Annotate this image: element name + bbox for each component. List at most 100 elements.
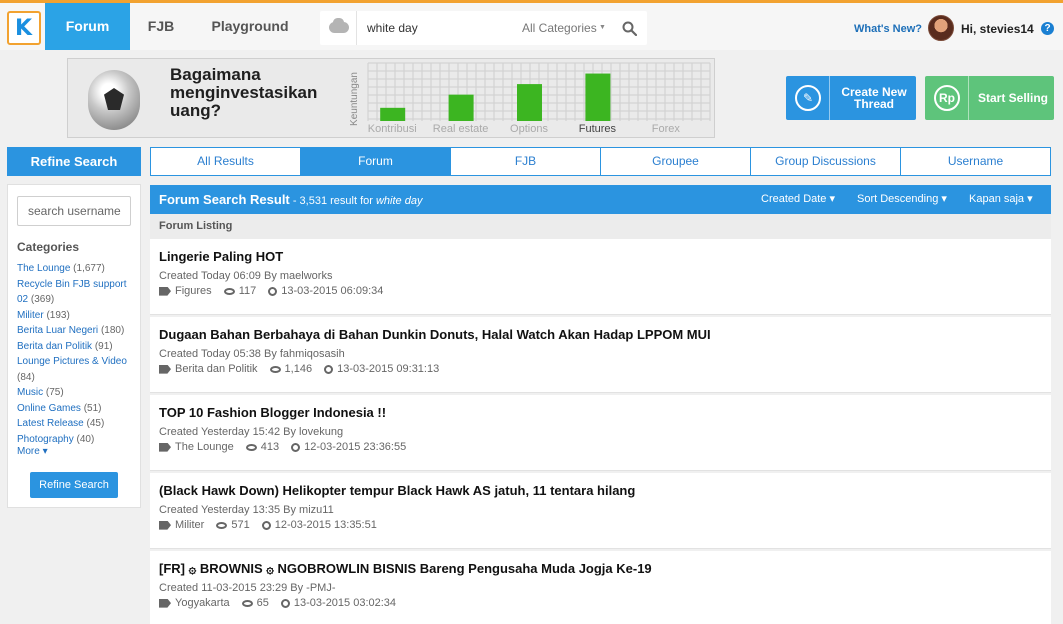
list-item: Berita Luar Negeri (180)	[17, 323, 139, 339]
pencil-icon: ✎	[795, 85, 821, 111]
top-navbar: K Forum FJB Playground All Categories ▼ …	[0, 0, 1063, 50]
tab-all-results[interactable]: All Results	[151, 148, 301, 175]
thread-category-link[interactable]: Berita dan Politik	[175, 363, 258, 375]
table-row[interactable]: (Black Hawk Down) Helikopter tempur Blac…	[150, 473, 1051, 549]
table-row[interactable]: Lingerie Paling HOT Created Today 06:09 B…	[150, 239, 1051, 315]
table-row[interactable]: [FR] ۞ BROWNIS ۞ NGOBROWLIN BISNIS Baren…	[150, 551, 1051, 624]
help-icon[interactable]: ?	[1041, 22, 1054, 35]
category-link[interactable]: The Lounge	[17, 263, 70, 274]
whats-new-link[interactable]: What's New?	[854, 23, 922, 35]
result-type-tabs: All Results Forum FJB Groupee Group Discussi…	[150, 147, 1051, 176]
list-item: The Lounge (1,677)	[17, 261, 139, 277]
category-count: (40)	[76, 433, 95, 445]
investment-banner-ad[interactable]: Bagaimana menginvestasikan uang? Keuntun…	[67, 58, 715, 138]
time-filter-label: Kapan saja	[969, 193, 1025, 205]
category-link[interactable]: Music	[17, 387, 43, 398]
chart-bar-options	[517, 84, 542, 121]
username-search-input[interactable]	[17, 196, 131, 226]
garuda-emblem	[104, 88, 124, 110]
thread-title-link[interactable]: (Black Hawk Down) Helikopter tempur Blac…	[159, 483, 635, 498]
refine-search-button[interactable]: Refine Search	[30, 472, 118, 498]
clock-icon	[268, 286, 278, 296]
chart-x-tick-label: Forex	[652, 123, 681, 135]
tag-icon	[159, 286, 171, 296]
category-count: (180)	[100, 325, 125, 336]
sort-by-date-dropdown[interactable]: Created Date ▾	[761, 185, 835, 214]
nav-tab-fjb[interactable]: FJB	[135, 3, 187, 50]
thread-title-link[interactable]: Dugaan Bahan Berbahaya di Bahan Dunkin D…	[159, 327, 711, 342]
result-title: Forum Search Result - 3,531 result for w…	[159, 185, 422, 216]
create-label-line-2: Thread	[853, 97, 894, 111]
start-selling-button[interactable]: Rp Start Selling	[925, 76, 1054, 120]
thread-category-link[interactable]: The Lounge	[175, 441, 234, 453]
category-link[interactable]: Militer	[17, 310, 44, 321]
thread-title-link[interactable]: TOP 10 Fashion Blogger Indonesia !!	[159, 405, 386, 420]
category-link[interactable]: Lounge Pictures & Video	[17, 356, 127, 367]
category-link[interactable]: Latest Release	[17, 418, 84, 429]
kaskus-logo[interactable]: K	[7, 11, 41, 45]
table-row[interactable]: Dugaan Bahan Berbahaya di Bahan Dunkin D…	[150, 317, 1051, 393]
category-count: (369)	[30, 294, 55, 305]
tab-fjb[interactable]: FJB	[451, 148, 601, 175]
category-link[interactable]: Berita Luar Negeri	[17, 325, 98, 336]
thread-meta: Created Yesterday 15:42 By lovekung	[159, 426, 344, 438]
banner-headline: Bagaimana menginvestasikan uang?	[170, 66, 340, 120]
eye-icon	[216, 521, 228, 529]
thread-views: 571	[231, 519, 250, 532]
tab-forum[interactable]: Forum	[301, 148, 451, 175]
category-link[interactable]: Photography	[17, 434, 74, 445]
thread-category-link[interactable]: Figures	[175, 285, 212, 297]
clock-icon	[324, 364, 334, 374]
refine-search-header: Refine Search	[7, 147, 141, 176]
table-row[interactable]: TOP 10 Fashion Blogger Indonesia !! Creat…	[150, 395, 1051, 471]
search-icon[interactable]	[622, 21, 637, 36]
time-filter-dropdown[interactable]: Kapan saja ▾	[969, 185, 1033, 214]
list-item: Recycle Bin FJB support 02 (369)	[17, 277, 139, 308]
category-select[interactable]: All Categories	[522, 11, 597, 45]
create-thread-label: Create New Thread	[834, 76, 914, 120]
thread-category-link[interactable]: Militer	[175, 519, 204, 531]
tab-groupee[interactable]: Groupee	[601, 148, 751, 175]
thread-views: 1,146	[284, 363, 313, 376]
eye-icon	[223, 287, 235, 295]
thread-last-post: 13-03-2015 06:09:34	[281, 285, 384, 298]
more-categories-link[interactable]: More ▾	[17, 446, 48, 457]
caret-down-icon: ▾	[42, 446, 48, 457]
create-new-thread-button[interactable]: ✎ Create New Thread	[786, 76, 916, 120]
thread-title-link[interactable]: [FR] ۞ BROWNIS ۞ NGOBROWLIN BISNIS Baren…	[159, 561, 652, 577]
category-count: (84)	[17, 371, 35, 383]
list-item: Photography (40)	[17, 432, 139, 448]
thread-meta: Created Today 06:09 By maelworks	[159, 270, 333, 282]
thread-views: 117	[238, 285, 257, 298]
chart-bar-kontribusi	[380, 107, 406, 121]
thread-views: 413	[260, 441, 280, 454]
list-item: Online Games (51)	[17, 401, 139, 417]
thread-views: 65	[256, 597, 269, 610]
sell-icon-box: Rp	[925, 76, 969, 120]
tab-username[interactable]: Username	[901, 148, 1050, 175]
chevron-down-icon[interactable]: ▼	[599, 11, 606, 44]
tag-icon	[159, 520, 171, 530]
search-input[interactable]	[367, 11, 507, 45]
category-link[interactable]: Online Games	[17, 403, 81, 414]
category-link[interactable]: Berita dan Politik	[17, 341, 92, 352]
banner-bar-chart: Keuntungan Kontribusi Real estate Options F…	[349, 62, 711, 135]
user-greeting[interactable]: Hi, stevies14	[961, 22, 1034, 36]
thread-category-link[interactable]: Yogyakarta	[175, 597, 230, 609]
nav-tab-forum[interactable]: Forum	[45, 3, 130, 50]
eye-icon	[245, 443, 257, 451]
chart-x-tick-label: Kontribusi	[368, 123, 417, 135]
nav-tab-playground[interactable]: Playground	[195, 3, 305, 50]
thread-stats: Figures 117 13-03-2015 06:09:34	[159, 285, 383, 297]
banner-line-1: Bagaimana	[170, 65, 261, 84]
thread-stats: Militer 571 12-03-2015 13:35:51	[159, 519, 377, 531]
search-divider	[356, 11, 357, 45]
sort-order-dropdown[interactable]: Sort Descending ▾	[857, 185, 947, 214]
result-count: - 3,531 result for	[289, 195, 376, 207]
chevron-down-icon: ▾	[941, 193, 947, 205]
tab-group-discussions[interactable]: Group Discussions	[751, 148, 901, 175]
avatar[interactable]	[928, 15, 954, 41]
result-query: white day	[375, 195, 423, 207]
thread-title-link[interactable]: Lingerie Paling HOT	[159, 249, 283, 264]
tag-icon	[159, 442, 171, 452]
